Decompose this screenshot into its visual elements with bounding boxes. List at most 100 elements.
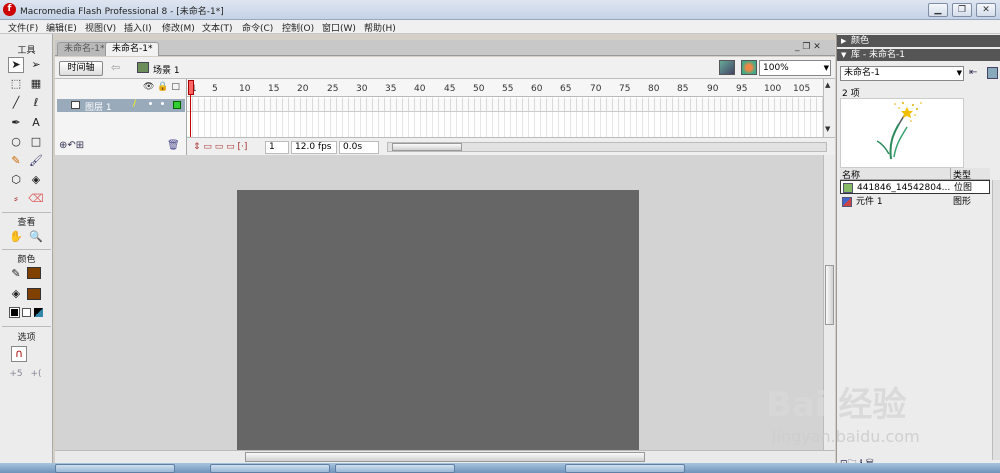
ink-bottle-tool-icon[interactable]: ⬡ <box>8 172 24 188</box>
menu-modify[interactable]: 修改(M) <box>162 21 195 34</box>
black-white-icon[interactable] <box>9 307 20 318</box>
library-vscroll[interactable] <box>992 180 1000 460</box>
oval-tool-icon[interactable]: ○ <box>8 134 24 150</box>
minimize-button[interactable]: ▁ <box>928 3 948 17</box>
taskbar-button[interactable] <box>210 464 330 473</box>
timeline-hscroll-thumb[interactable] <box>392 143 462 151</box>
taskbar-button[interactable] <box>565 464 685 473</box>
scroll-down-icon[interactable]: ▼ <box>825 125 830 133</box>
menu-control[interactable]: 控制(O) <box>282 21 314 34</box>
library-item[interactable]: 441846_14542804... 位图 <box>840 180 990 194</box>
playhead-handle[interactable] <box>188 80 194 95</box>
zoom-tool-icon[interactable]: 🔍 <box>28 229 44 245</box>
selection-tool-icon[interactable]: ➤ <box>8 57 24 73</box>
menu-view[interactable]: 视图(V) <box>85 21 116 34</box>
edit-scene-icon[interactable] <box>719 60 735 75</box>
edit-symbol-icon[interactable] <box>741 60 757 75</box>
frame-rate[interactable]: 12.0 fps <box>291 141 337 154</box>
stage[interactable] <box>237 190 639 450</box>
text-tool-icon[interactable]: A <box>28 115 44 131</box>
menu-text[interactable]: 文本(T) <box>202 21 233 34</box>
onion-skin-icons[interactable]: ⇕ ▭ ▭ ▭ [·] <box>193 142 247 152</box>
smooth-icon[interactable]: +5 <box>8 366 24 382</box>
brush-tool-icon[interactable]: 🖌 <box>28 153 44 169</box>
free-transform-tool-icon[interactable]: ⬚ <box>8 76 24 92</box>
snap-to-objects-icon[interactable]: ∩ <box>11 346 27 362</box>
timeline-status-bar: ⇕ ▭ ▭ ▭ [·] 1 12.0 fps 0.0s <box>187 137 835 155</box>
visibility-dot[interactable] <box>149 102 152 105</box>
scene-label[interactable]: 场景 1 <box>153 63 180 76</box>
hand-tool-icon[interactable]: ✋ <box>8 229 24 245</box>
tools-divider <box>2 212 51 213</box>
ruler-tick: 75 <box>619 84 631 94</box>
frames-grid[interactable] <box>187 97 823 137</box>
add-layer-icons[interactable]: ⊕↶⊞ <box>59 140 84 151</box>
document-tab-active[interactable]: 未命名-1* <box>105 42 160 56</box>
taskbar <box>0 463 1000 473</box>
outline-color-icon[interactable] <box>173 101 181 109</box>
library-preview <box>840 98 964 168</box>
menu-help[interactable]: 帮助(H) <box>364 21 396 34</box>
stage-vscroll[interactable] <box>823 155 835 450</box>
pin-library-icon[interactable]: ⇤ <box>969 67 977 78</box>
tools-divider <box>2 249 51 250</box>
library-item-type: 位图 <box>954 183 973 193</box>
lasso-tool-icon[interactable]: ℓ <box>28 95 44 111</box>
library-select[interactable]: 未命名-1 ▼ <box>840 66 964 81</box>
chevron-down-icon: ▼ <box>823 64 829 72</box>
scene-icon <box>137 62 149 73</box>
menu-insert[interactable]: 插入(I) <box>124 21 152 34</box>
ruler-tick: 60 <box>531 84 543 94</box>
frame-ruler[interactable]: 1 5 10 15 20 25 30 35 40 45 50 55 60 65 … <box>187 79 823 97</box>
pasteboard[interactable] <box>55 155 823 450</box>
layer-frames[interactable] <box>187 99 823 112</box>
color-panel-header[interactable]: ▶ 颜色 <box>837 35 1000 47</box>
no-color-icon[interactable] <box>22 308 31 317</box>
taskbar-button[interactable] <box>335 464 455 473</box>
scroll-up-icon[interactable]: ▲ <box>825 81 830 89</box>
timeline-toggle-button[interactable]: 时间轴 <box>59 61 103 76</box>
paint-bucket-tool-icon[interactable]: ◈ <box>28 172 44 188</box>
timeline-hscroll[interactable] <box>387 142 827 152</box>
restore-button[interactable]: ❐ <box>952 3 972 17</box>
ruler-tick: 5 <box>212 84 218 94</box>
chevron-down-icon: ▼ <box>956 69 962 77</box>
swap-colors-icon[interactable] <box>34 308 43 317</box>
timeline-vscroll[interactable]: ▲ ▼ <box>823 79 835 137</box>
library-panel-header[interactable]: ▼ 库 - 未命名-1 <box>837 49 1000 61</box>
stage-vscroll-thumb[interactable] <box>825 265 834 325</box>
document-window-controls[interactable]: _ ❐ ✕ <box>795 42 821 52</box>
menu-edit[interactable]: 编辑(E) <box>46 21 77 34</box>
pen-tool-icon[interactable]: ✒ <box>8 115 24 131</box>
back-arrow-icon[interactable]: ⇦ <box>111 61 120 74</box>
menu-commands[interactable]: 命令(C) <box>242 21 273 34</box>
menu-window[interactable]: 窗口(W) <box>322 21 356 34</box>
pencil-tool-icon[interactable]: ✎ <box>8 153 24 169</box>
subselection-tool-icon[interactable]: ➢ <box>28 57 44 73</box>
library-item[interactable]: 元件 1 图形 <box>840 195 990 209</box>
layer-header-icons[interactable]: 👁 🔒 □ <box>143 82 180 92</box>
stage-hscroll-thumb[interactable] <box>245 452 645 462</box>
layer-list: 👁 🔒 □ 图层 1 / ⊕↶⊞ 🗑 <box>55 79 187 155</box>
ruler-tick: 55 <box>502 84 514 94</box>
eyedropper-tool-icon[interactable]: ⸗ <box>8 191 24 207</box>
expand-arrow-icon: ▶ <box>841 37 847 45</box>
straighten-icon[interactable]: +( <box>28 366 44 382</box>
layer-icon <box>71 101 80 109</box>
stage-hscroll[interactable] <box>55 450 835 463</box>
line-tool-icon[interactable]: ╱ <box>8 95 24 111</box>
close-button[interactable]: ✕ <box>976 3 996 17</box>
layer-row[interactable]: 图层 1 / <box>57 99 185 113</box>
fill-transform-tool-icon[interactable]: ▦ <box>28 76 44 92</box>
new-library-panel-icon[interactable] <box>987 67 998 79</box>
fill-color-swatch[interactable] <box>27 288 41 300</box>
eraser-tool-icon[interactable]: ⌫ <box>28 191 44 207</box>
menu-file[interactable]: 文件(F) <box>8 21 38 34</box>
zoom-select[interactable]: 100% ▼ <box>759 60 831 76</box>
lock-dot[interactable] <box>161 102 164 105</box>
taskbar-button[interactable] <box>55 464 175 473</box>
stroke-color-swatch[interactable] <box>27 267 41 279</box>
rectangle-tool-icon[interactable]: □ <box>28 134 44 150</box>
delete-layer-icon[interactable]: 🗑 <box>167 140 180 151</box>
document-tab[interactable]: 未命名-1* <box>57 42 112 56</box>
